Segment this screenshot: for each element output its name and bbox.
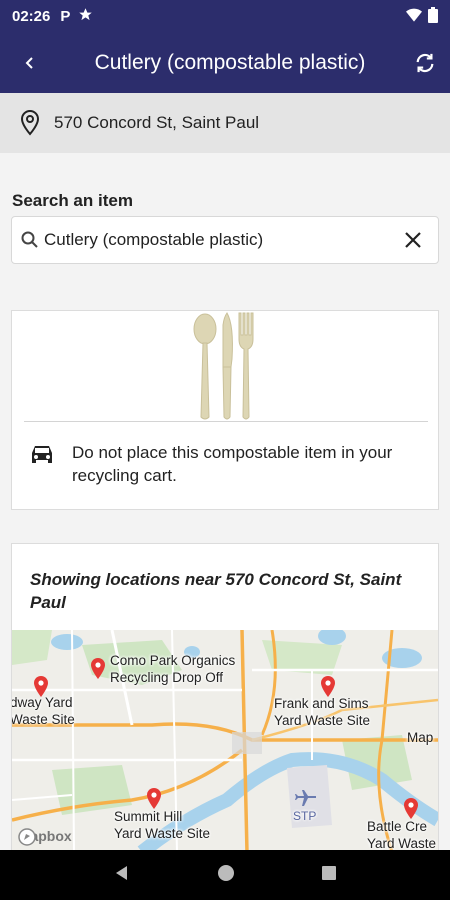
map-label-summit-hill: Summit Hill Yard Waste Site [114,809,211,841]
system-nav-bar [0,850,450,900]
status-time: 02:26 [12,8,51,25]
nav-home-button[interactable] [216,863,236,888]
page-title: Cutlery (compostable plastic) [94,51,366,74]
cutlery-image [193,312,254,420]
map-label-battle-creek: Battle Cre Yard Waste [367,819,437,851]
map-label-frank-sims: Frank and Sims Yard Waste Site [274,696,371,728]
back-button[interactable] [0,33,60,93]
wifi-icon [406,8,422,26]
map-pin-icon[interactable] [90,658,106,680]
locations-heading: Showing locations near 570 Concord St, S… [30,570,402,612]
locations-card: Showing locations near 570 Concord St, S… [11,543,439,853]
parking-icon: P [60,8,71,25]
search-box[interactable] [11,216,439,264]
app-bar: Cutlery (compostable plastic) [0,33,450,93]
square-recents-icon [322,865,337,880]
map-label-ridway: dway Yard Waste Site [12,695,75,727]
triangle-back-icon [115,865,127,880]
search-input[interactable] [44,230,388,250]
mapbox-icon [18,828,36,846]
map-label-edge: Map [407,730,434,745]
map-pin-icon[interactable] [146,788,162,810]
main-content: Search an item Do not place this compost… [0,153,450,853]
map-label-como-park: Como Park Organics Recycling Drop Off [110,653,236,685]
nav-back-button[interactable] [113,864,131,887]
close-icon [405,232,421,248]
address-text: 570 Concord St, Saint Paul [54,113,260,132]
nav-recents-button[interactable] [321,865,337,886]
chevron-left-icon [25,57,33,69]
refresh-icon [416,53,434,73]
disposal-instruction: Do not place this compostable item in yo… [28,441,412,487]
circle-home-icon [217,864,234,881]
map-label-stp: STP [293,809,317,823]
location-pin-icon [18,109,42,137]
search-icon [20,230,40,250]
locations-map[interactable]: Como Park Organics Recycling Drop Off dw… [12,630,438,852]
instruction-text: Do not place this compostable item in yo… [72,443,393,485]
item-card: Do not place this compostable item in yo… [11,310,439,510]
refresh-button[interactable] [400,33,450,93]
map-pin-icon[interactable] [403,798,419,820]
clear-button[interactable] [388,217,438,263]
star-icon [78,7,93,26]
address-bar[interactable]: 570 Concord St, Saint Paul [0,93,450,153]
mapbox-logo: mapbox [18,828,72,846]
status-bar: 02:26 P [0,0,450,33]
search-label: Search an item [12,191,133,210]
car-icon [28,443,56,487]
card-divider [24,421,428,422]
battery-icon [428,6,438,27]
